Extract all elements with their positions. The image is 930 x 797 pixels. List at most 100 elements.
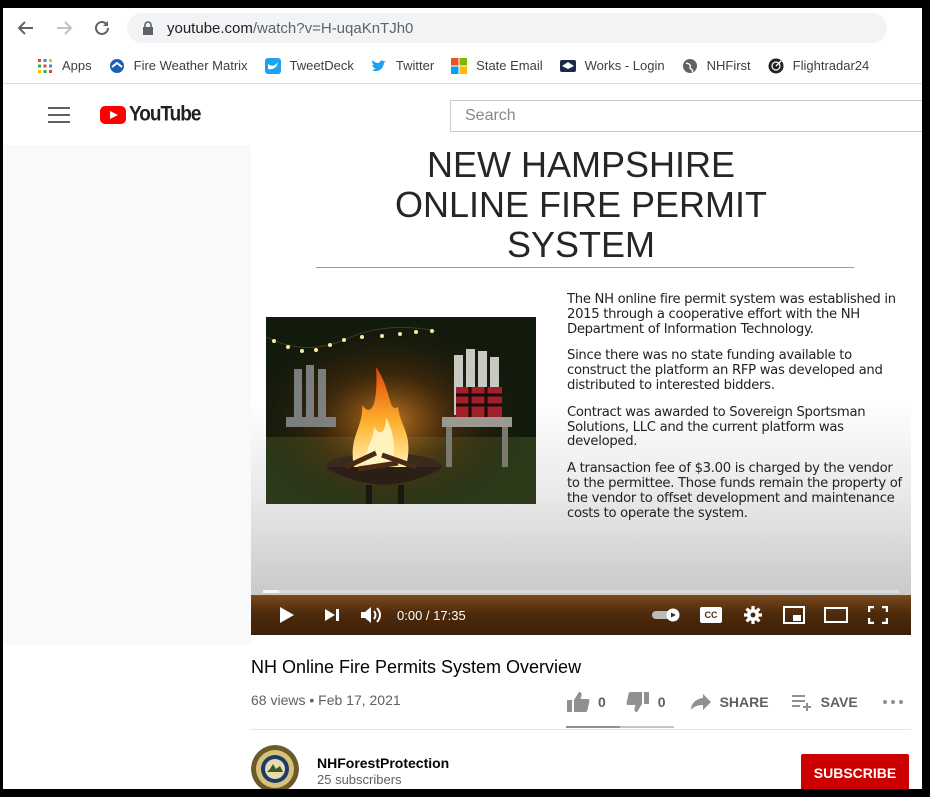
bookmark-label: Works - Login: [584, 58, 665, 73]
next-button[interactable]: [319, 595, 345, 635]
playlist-add-icon: [791, 695, 811, 711]
bookmark-tweetdeck[interactable]: TweetDeck: [264, 57, 354, 74]
like-count: 0: [598, 694, 606, 710]
bookmark-fire-weather-matrix[interactable]: Fire Weather Matrix: [109, 58, 248, 74]
captions-icon: CC: [700, 607, 722, 623]
slide-title: NEW HAMPSHIRE ONLINE FIRE PERMIT SYSTEM: [251, 145, 911, 265]
sentiment-like-portion: [566, 726, 620, 728]
slide-paragraph: The NH online fire permit system was est…: [567, 292, 896, 337]
save-button[interactable]: SAVE: [791, 693, 858, 711]
share-icon: [690, 694, 711, 710]
bookmark-label: Fire Weather Matrix: [133, 58, 248, 73]
microsoft-icon: [451, 57, 468, 74]
miniplayer-icon: [783, 606, 805, 624]
subscribe-button[interactable]: SUBSCRIBE: [801, 754, 909, 792]
url-path: /watch?v=H-uqaKnTJh0: [252, 19, 414, 37]
volume-button[interactable]: [357, 595, 385, 635]
more-actions-button[interactable]: [882, 699, 904, 705]
theater-icon: [824, 607, 848, 623]
channel-name[interactable]: NHForestProtection: [317, 755, 449, 771]
back-button[interactable]: [11, 13, 41, 43]
slide-paragraph: Contract was awarded to Sovereign Sports…: [567, 404, 866, 450]
save-label: SAVE: [820, 694, 858, 710]
thumbs-down-icon: [626, 692, 649, 712]
skip-next-icon: [325, 609, 339, 621]
slide-paragraph: A transaction fee of $3.00 is charged by…: [567, 461, 902, 521]
play-button[interactable]: [273, 595, 301, 635]
theater-mode-button[interactable]: [821, 595, 851, 635]
twitter-icon: [371, 59, 386, 71]
slide-title-line: SYSTEM: [506, 224, 656, 265]
youtube-logo-text: YouTube: [129, 102, 201, 126]
thumbs-up-icon: [567, 692, 590, 712]
like-button[interactable]: 0: [566, 691, 606, 713]
play-icon: [280, 607, 294, 623]
url-text: youtube.com/watch?v=H-uqaKnTJh0: [167, 20, 413, 37]
more-horizontal-icon: [882, 700, 903, 704]
slide-body: The NH online fire permit system was est…: [567, 292, 902, 533]
slide-title-line: ONLINE FIRE PERMIT: [394, 184, 768, 225]
dislike-count: 0: [657, 694, 666, 710]
volume-icon: [361, 607, 381, 623]
campfire-image: [266, 317, 536, 504]
subscriber-count: 25 subscribers: [317, 772, 402, 787]
left-gutter: [3, 145, 251, 645]
miniplayer-button[interactable]: [779, 595, 809, 635]
player-controls: 0:00 / 17:35 CC: [251, 595, 911, 635]
menu-icon[interactable]: [48, 107, 70, 123]
bookmarks-bar: Apps Fire Weather Matrix TweetDeck Twitt…: [3, 48, 922, 84]
share-label: SHARE: [719, 694, 769, 710]
reload-button[interactable]: [87, 13, 117, 43]
bookmark-label: TweetDeck: [289, 58, 354, 73]
gear-icon: [744, 606, 762, 624]
bookmark-flightradar24[interactable]: Flightradar24: [768, 58, 870, 74]
browser-toolbar: youtube.com/watch?v=H-uqaKnTJh0: [3, 8, 922, 48]
back-arrow-icon: [17, 21, 33, 35]
dislike-button[interactable]: 0: [626, 691, 666, 713]
reload-icon: [95, 20, 109, 35]
works-icon: [559, 59, 576, 72]
url-host: youtube.com: [167, 19, 253, 37]
fullscreen-icon: [868, 606, 888, 624]
forward-arrow-icon: [57, 21, 73, 35]
lock-icon: [143, 21, 153, 35]
autoplay-icon: [652, 608, 680, 622]
search-input[interactable]: Search: [450, 100, 922, 132]
channel-avatar[interactable]: [251, 745, 299, 793]
bookmark-nhfirst[interactable]: NHFirst: [682, 58, 751, 74]
progress-bar[interactable]: [263, 590, 899, 593]
progress-loaded: [263, 590, 279, 593]
bookmark-label: Flightradar24: [792, 58, 870, 73]
address-bar[interactable]: youtube.com/watch?v=H-uqaKnTJh0: [127, 13, 887, 43]
captions-button[interactable]: CC: [697, 595, 725, 635]
globe-icon: [682, 58, 697, 73]
autoplay-toggle[interactable]: [649, 595, 683, 635]
share-button[interactable]: SHARE: [690, 693, 769, 711]
video-actions: 0 0 SHARE SAVE: [566, 688, 904, 716]
noaa-icon: [109, 58, 124, 73]
slide-title-line: NEW HAMPSHIRE: [426, 145, 736, 185]
bookmark-label: State Email: [476, 58, 543, 73]
tweetdeck-icon: [264, 57, 281, 74]
forward-button[interactable]: [49, 13, 79, 43]
video-meta: 68 views • Feb 17, 2021: [251, 692, 401, 708]
slide-divider: [316, 267, 854, 268]
sentiment-bar: [566, 726, 674, 728]
youtube-play-icon: [100, 106, 126, 124]
slide-paragraph: Since there was no state funding availab…: [567, 348, 883, 393]
settings-button[interactable]: [739, 595, 767, 635]
bookmark-works-login[interactable]: Works - Login: [559, 58, 665, 74]
info-divider: [251, 729, 911, 730]
bookmark-twitter[interactable]: Twitter: [371, 58, 434, 74]
bookmark-apps[interactable]: Apps: [37, 58, 92, 74]
video-title: NH Online Fire Permits System Overview: [251, 657, 582, 677]
fullscreen-button[interactable]: [863, 595, 893, 635]
video-player[interactable]: NEW HAMPSHIRE ONLINE FIRE PERMIT SYSTEM: [251, 145, 911, 635]
flightradar-icon: [768, 58, 784, 73]
youtube-header: YouTube Search: [3, 85, 922, 145]
bookmark-label: Apps: [62, 58, 92, 73]
youtube-logo[interactable]: YouTube: [100, 102, 201, 126]
apps-grid-icon: [38, 58, 52, 73]
time-display: 0:00 / 17:35: [397, 607, 466, 623]
bookmark-state-email[interactable]: State Email: [451, 57, 543, 74]
